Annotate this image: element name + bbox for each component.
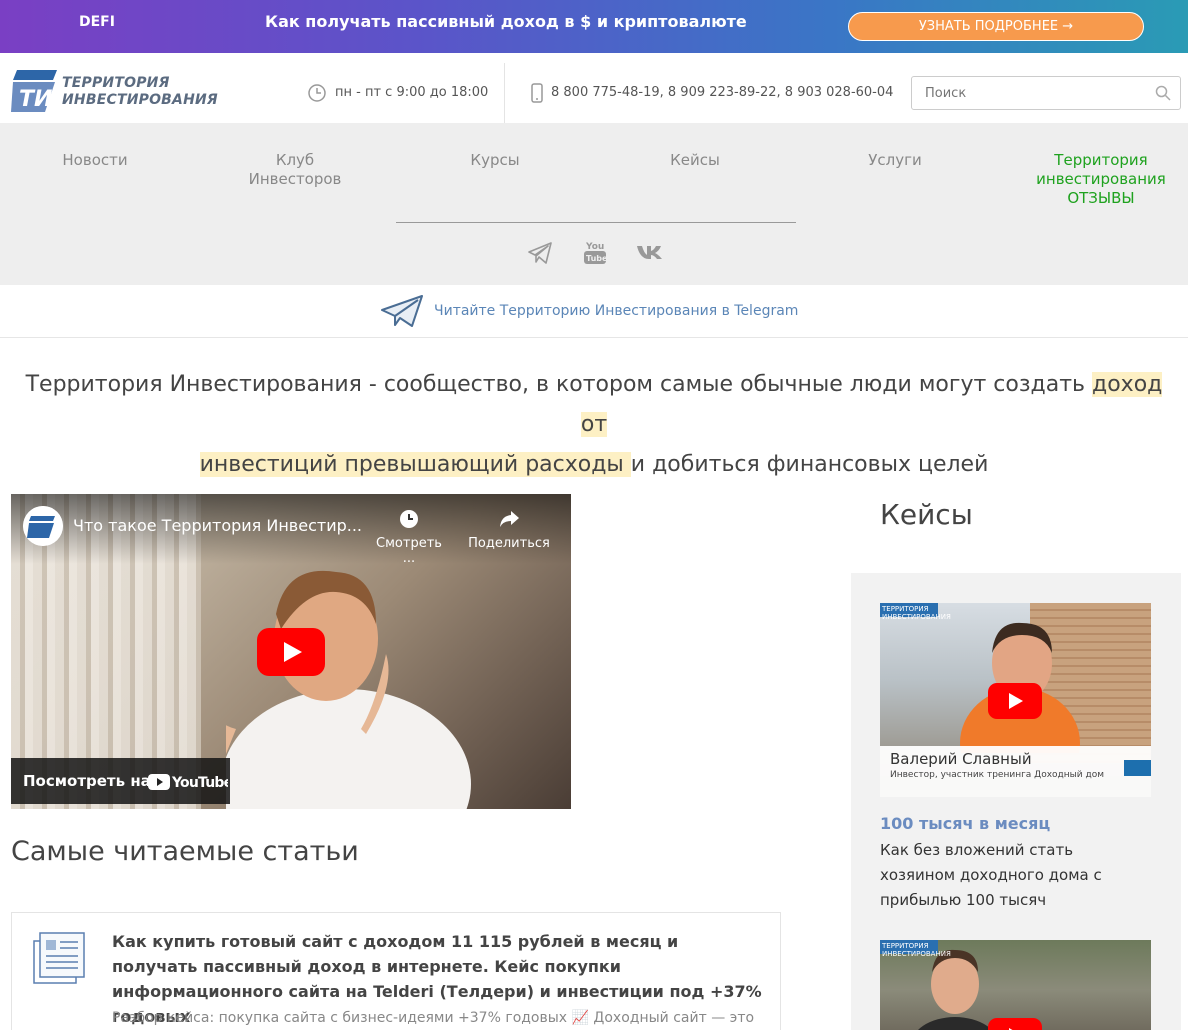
search-box bbox=[911, 76, 1181, 110]
promo-banner[interactable]: DEFI Как получать пассивный доход в $ и … bbox=[0, 0, 1188, 53]
case-badge-2: ТЕРРИТОРИЯ ИНВЕСТИРОВАНИЯ bbox=[880, 940, 951, 958]
working-hours: пн - пт с 9:00 до 18:00 bbox=[307, 83, 488, 107]
channel-logo-icon[interactable] bbox=[23, 506, 63, 546]
article-card[interactable]: Как купить готовый сайт с доходом 11 115… bbox=[11, 912, 781, 1030]
youtube-logo-text: YouTube bbox=[171, 775, 228, 791]
site-header: ТИ ТЕРРИТОРИЯ ИНВЕСТИРОВАНИЯ пн - пт с 9… bbox=[0, 53, 1188, 123]
learn-more-button[interactable]: УЗНАТЬ ПОДРОБНЕЕ → bbox=[848, 12, 1144, 41]
intro-part1: Территория Инвестирования - сообщество, … bbox=[25, 372, 1092, 397]
nav-divider bbox=[396, 222, 796, 223]
logo-line2: ИНВЕСТИРОВАНИЯ bbox=[62, 92, 218, 108]
logo-line1: ТЕРРИТОРИЯ bbox=[62, 75, 170, 91]
case-person-desc: Инвестор, участник тренинга Доходный дом bbox=[890, 770, 1104, 780]
main-navigation: Новости Клуб Инвесторов Курсы Кейсы Услу… bbox=[0, 123, 1188, 285]
nav-item-news[interactable]: Новости bbox=[5, 151, 185, 170]
promo-tag: DEFI bbox=[79, 14, 115, 30]
play-button-icon[interactable] bbox=[257, 628, 325, 676]
phone-icon bbox=[531, 83, 543, 103]
telegram-banner[interactable]: Читайте Территорию Инвестирования в Tele… bbox=[0, 285, 1188, 338]
share-button[interactable]: Поделиться bbox=[467, 508, 551, 551]
case-person-name: Валерий Славный bbox=[890, 750, 1032, 768]
logo-text[interactable]: ТЕРРИТОРИЯ ИНВЕСТИРОВАНИЯ bbox=[62, 75, 218, 109]
phone-numbers-text[interactable]: 8 800 775-48-19, 8 909 223-89-22, 8 903 … bbox=[551, 85, 893, 100]
video-title[interactable]: Что такое Территория Инвестир... bbox=[73, 516, 362, 535]
phone-numbers[interactable]: 8 800 775-48-19, 8 909 223-89-22, 8 903 … bbox=[530, 83, 893, 107]
clock-icon bbox=[308, 84, 326, 102]
clock-icon bbox=[400, 510, 418, 528]
watch-later-label: Смотреть ... bbox=[376, 536, 442, 566]
search-icon[interactable] bbox=[1155, 85, 1171, 101]
article-subtitle: Разбор кейса: покупка сайта с бизнес-иде… bbox=[112, 1010, 755, 1026]
share-label: Поделиться bbox=[468, 536, 550, 551]
youtube-icon-line1: You bbox=[585, 242, 604, 252]
header-divider bbox=[504, 63, 505, 123]
youtube-icon-line2: Tube bbox=[586, 254, 607, 263]
cases-title: Кейсы bbox=[880, 498, 973, 531]
video-thumbnail-person bbox=[226, 570, 471, 809]
nav-item-investors-club[interactable]: Клуб Инвесторов bbox=[205, 151, 385, 189]
mini-logo-icon bbox=[1124, 760, 1151, 776]
youtube-icon[interactable]: You Tube bbox=[583, 239, 607, 265]
watch-on-label: Посмотреть на bbox=[23, 772, 151, 790]
telegram-icon[interactable] bbox=[527, 241, 553, 265]
intro-part2: и добиться финансовых целей bbox=[630, 452, 989, 477]
working-hours-text: пн - пт с 9:00 до 18:00 bbox=[335, 85, 489, 100]
play-button-icon[interactable] bbox=[988, 1018, 1042, 1030]
vk-icon[interactable] bbox=[636, 243, 664, 261]
most-read-title: Самые читаемые статьи bbox=[11, 836, 359, 867]
logo-icon[interactable]: ТИ bbox=[11, 70, 57, 112]
case-video-thumbnail[interactable]: ТЕРРИТОРИЯ ИНВЕСТИРОВАНИЯ Валерий Славны… bbox=[880, 603, 1151, 797]
video-player[interactable]: Что такое Территория Инвестир... Смотрет… bbox=[11, 494, 571, 809]
play-button-icon[interactable] bbox=[988, 683, 1042, 719]
telegram-banner-text[interactable]: Читайте Территорию Инвестирования в Tele… bbox=[434, 303, 798, 319]
case-description[interactable]: Как без вложений стать хозяином доходног… bbox=[880, 838, 1150, 913]
nav-item-courses[interactable]: Курсы bbox=[405, 151, 585, 170]
promo-headline[interactable]: Как получать пассивный доход в $ и крипт… bbox=[265, 12, 747, 31]
case-tag[interactable]: 100 тысяч в месяц bbox=[880, 814, 1050, 833]
case-caption: Валерий Славный Инвестор, участник трени… bbox=[880, 746, 1151, 797]
search-input[interactable] bbox=[912, 77, 1152, 109]
watch-later-button[interactable]: Смотреть ... bbox=[369, 508, 449, 566]
logo-mark-text: ТИ bbox=[19, 87, 52, 112]
nav-item-reviews[interactable]: Территория инвестирования ОТЗЫВЫ bbox=[1026, 151, 1176, 208]
paper-plane-icon bbox=[381, 295, 423, 327]
document-icon bbox=[33, 932, 85, 984]
share-icon bbox=[500, 511, 519, 527]
watch-on-youtube-button[interactable]: Посмотреть на YouTube bbox=[11, 758, 230, 804]
nav-item-cases[interactable]: Кейсы bbox=[605, 151, 785, 170]
intro-text: Территория Инвестирования - сообщество, … bbox=[14, 365, 1174, 485]
intro-highlight2: инвестиций превышающий расходы bbox=[199, 452, 631, 477]
nav-item-services[interactable]: Услуги bbox=[805, 151, 985, 170]
case-badge: ТЕРРИТОРИЯ ИНВЕСТИРОВАНИЯ bbox=[880, 603, 951, 621]
case-video-thumbnail-2[interactable]: ТЕРРИТОРИЯ ИНВЕСТИРОВАНИЯ bbox=[880, 940, 1151, 1030]
youtube-logo-icon: YouTube bbox=[148, 774, 228, 791]
